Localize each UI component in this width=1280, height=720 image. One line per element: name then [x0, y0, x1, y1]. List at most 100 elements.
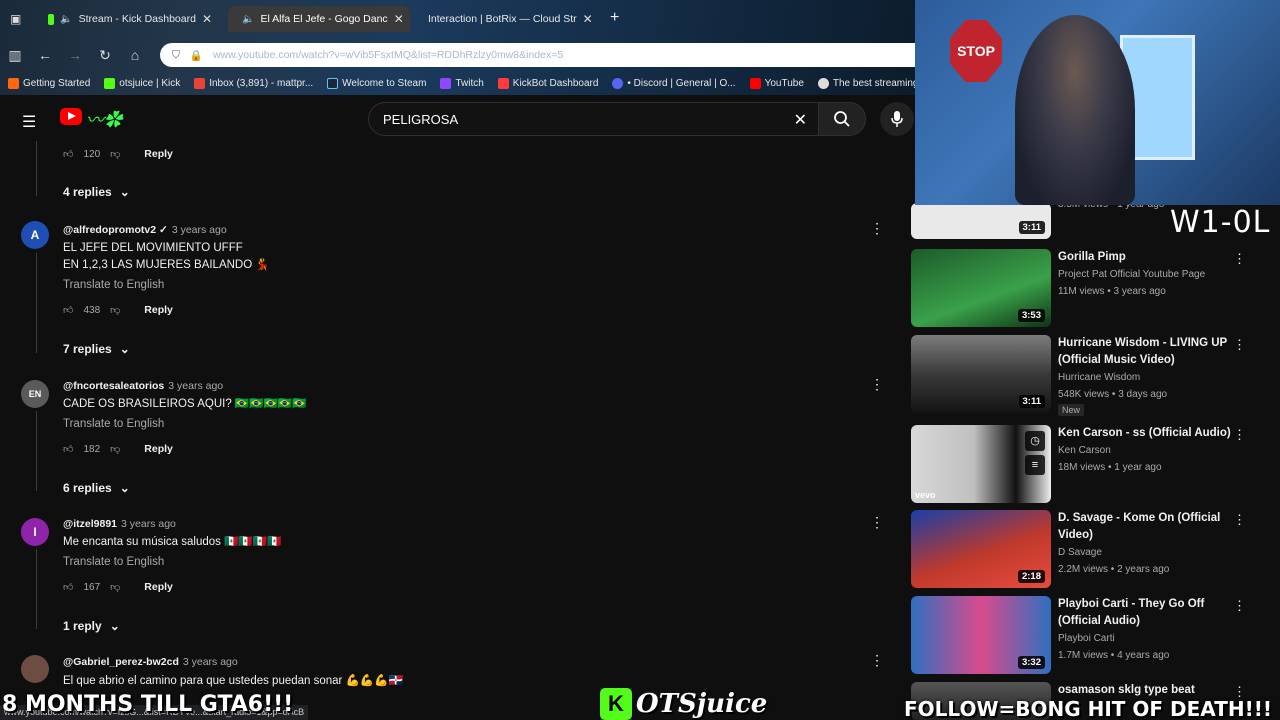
video-thumbnail[interactable]: vevo ◷ ≡	[911, 425, 1051, 503]
video-thumbnail[interactable]: 3:11	[911, 203, 1051, 239]
video-item[interactable]: 3:11 Hurricane Wisdom - LIVING UP (Offic…	[911, 335, 1280, 416]
refresh-icon[interactable]: ↻	[90, 47, 120, 64]
video-title[interactable]: D. Savage - Kome On (Official Video)	[1058, 510, 1238, 544]
more-actions-icon[interactable]: ⋮	[1233, 337, 1246, 353]
bookmark[interactable]: • Discord | General | O...	[612, 77, 736, 89]
avatar[interactable]: A	[21, 221, 49, 249]
more-actions-icon[interactable]: ⋮	[870, 652, 884, 669]
video-title[interactable]: Gorilla Pimp	[1058, 249, 1238, 266]
tab-kick-dashboard[interactable]: 🔈 Stream - Kick Dashboard ✕	[40, 6, 220, 32]
more-actions-icon[interactable]: ⋮	[1233, 251, 1246, 267]
like-count: 167	[83, 581, 101, 593]
reply-button[interactable]: Reply	[144, 148, 173, 160]
tab-actions-icon[interactable]: ▣	[10, 12, 21, 26]
replies-toggle[interactable]: 7 replies ⌄	[63, 342, 130, 356]
bookmark[interactable]: The best streaming bo...	[817, 77, 915, 89]
dislike-icon[interactable]: 👎︎	[110, 148, 120, 160]
shield-icon: ⛉	[172, 48, 180, 61]
bookmark[interactable]: Inbox (3,891) - mattpr...	[194, 77, 313, 89]
channel-name[interactable]: Ken Carson	[1058, 445, 1111, 456]
video-thumbnail[interactable]: 3:11	[911, 335, 1051, 413]
video-item[interactable]: vevo ◷ ≡ Ken Carson - ss (Official Audio…	[911, 425, 1280, 505]
tab-youtube[interactable]: 🔈 El Alfa El Jefe - Gogo Danc ✕	[228, 6, 410, 32]
more-actions-icon[interactable]: ⋮	[1233, 512, 1246, 528]
reply-button[interactable]: Reply	[144, 581, 173, 593]
sidebar-toggle-icon[interactable]: ▥	[0, 47, 30, 64]
like-icon[interactable]: 👍︎	[63, 148, 73, 160]
close-tab-icon[interactable]: ✕	[394, 12, 404, 26]
youtube-logo[interactable]	[60, 108, 82, 125]
like-icon[interactable]: 👍︎	[63, 581, 73, 593]
replies-toggle[interactable]: 4 replies ⌄	[63, 185, 130, 199]
translate-link[interactable]: Translate to English	[63, 418, 164, 430]
more-actions-icon[interactable]: ⋮	[870, 376, 884, 393]
address-bar[interactable]: ⛉ 🔒 www.youtube.com/watch?v=wVib5FsxtMQ&…	[160, 43, 915, 67]
more-actions-icon[interactable]: ⋮	[1233, 598, 1246, 614]
tab-botrix[interactable]: Interaction | BotRix — Cloud Str ✕	[414, 6, 598, 32]
close-tab-icon[interactable]: ✕	[583, 12, 593, 26]
menu-icon[interactable]: ☰	[22, 112, 36, 132]
channel-name[interactable]: Playboi Carti	[1058, 633, 1115, 644]
bookmark[interactable]: otsjuice | Kick	[104, 77, 180, 89]
search-button[interactable]	[818, 102, 866, 136]
video-title[interactable]: Ken Carson - ss (Official Audio)	[1058, 425, 1238, 442]
bookmark[interactable]: Welcome to Steam	[327, 77, 426, 89]
video-thumbnail[interactable]: 3:32	[911, 596, 1051, 674]
add-to-queue-icon[interactable]: ≡	[1025, 455, 1045, 475]
clear-search-icon[interactable]: ✕	[794, 110, 807, 130]
close-tab-icon[interactable]: ✕	[202, 12, 212, 26]
like-icon[interactable]: 👍︎	[63, 304, 73, 316]
comment-author[interactable]: @Gabriel_perez-bw2cd 3 years ago	[63, 656, 238, 668]
dislike-icon[interactable]: 👎︎	[110, 443, 120, 455]
dislike-icon[interactable]: 👎︎	[110, 304, 120, 316]
comment-author[interactable]: @itzel9891 3 years ago	[63, 518, 176, 530]
kickbot-icon	[497, 77, 509, 89]
video-title[interactable]: Playboi Carti - They Go Off (Official Au…	[1058, 596, 1238, 630]
replies-toggle[interactable]: 6 replies ⌄	[63, 481, 130, 495]
thread-line	[36, 549, 37, 629]
video-thumbnail[interactable]: 3:53	[911, 249, 1051, 327]
microphone-icon	[891, 111, 903, 127]
comment-date: 3 years ago	[121, 518, 176, 530]
bookmark[interactable]: KickBot Dashboard	[497, 77, 598, 89]
more-actions-icon[interactable]: ⋮	[870, 514, 884, 531]
bookmark[interactable]: Getting Started	[8, 77, 90, 89]
channel-name[interactable]: D Savage	[1058, 547, 1102, 558]
bookmarks-bar: Getting Started otsjuice | Kick Inbox (3…	[0, 73, 915, 93]
bookmark[interactable]: Twitch	[440, 77, 484, 89]
video-thumbnail[interactable]: 2:18	[911, 510, 1051, 588]
vevo-logo: vevo	[915, 490, 936, 500]
like-icon[interactable]: 👍︎	[63, 443, 73, 455]
stop-sign: STOP	[950, 20, 1002, 82]
thread-line	[36, 253, 37, 353]
more-actions-icon[interactable]: ⋮	[870, 220, 884, 237]
video-title[interactable]: Hurricane Wisdom - LIVING UP (Official M…	[1058, 335, 1238, 369]
translate-link[interactable]: Translate to English	[63, 279, 164, 291]
avatar[interactable]: I	[21, 518, 49, 546]
video-item[interactable]: 3:53 Gorilla Pimp Project Pat Official Y…	[911, 249, 1280, 329]
forward-icon[interactable]: →	[60, 47, 90, 63]
comment-author[interactable]: @alfredopromotv2 ✓ 3 years ago	[63, 224, 227, 236]
avatar[interactable]: EN	[21, 380, 49, 408]
dislike-icon[interactable]: 👎︎	[110, 581, 120, 593]
screen: ▣ 🔈 Stream - Kick Dashboard ✕ 🔈 El Alfa …	[0, 0, 1280, 720]
replies-toggle[interactable]: 1 reply ⌄	[63, 619, 120, 633]
countdown-overlay: 8 MONTHS TILL GTA6!!!	[2, 692, 294, 717]
back-icon[interactable]: ←	[30, 47, 60, 63]
channel-name[interactable]: Project Pat Official Youtube Page	[1058, 269, 1205, 280]
search-input[interactable]: PELIGROSA ✕	[368, 102, 820, 136]
more-actions-icon[interactable]: ⋮	[1233, 427, 1246, 443]
voice-search-button[interactable]	[880, 102, 914, 136]
bookmark[interactable]: YouTube	[749, 77, 804, 89]
translate-link[interactable]: Translate to English	[63, 556, 164, 568]
reply-button[interactable]: Reply	[144, 443, 173, 455]
video-item[interactable]: 2:18 D. Savage - Kome On (Official Video…	[911, 510, 1280, 590]
home-icon[interactable]: ⌂	[120, 47, 150, 63]
comment-author[interactable]: @fncortesaleatorios 3 years ago	[63, 380, 223, 392]
watch-later-icon[interactable]: ◷	[1025, 431, 1045, 451]
new-tab-icon[interactable]: +	[610, 9, 619, 27]
avatar[interactable]	[21, 655, 49, 683]
reply-button[interactable]: Reply	[144, 304, 173, 316]
video-item[interactable]: 3:32 Playboi Carti - They Go Off (Offici…	[911, 596, 1280, 676]
channel-name[interactable]: Hurricane Wisdom	[1058, 372, 1140, 383]
